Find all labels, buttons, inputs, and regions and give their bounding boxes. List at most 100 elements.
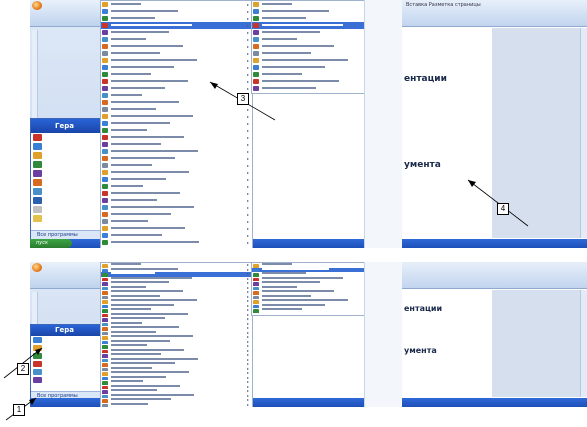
- office-submenu: [251, 0, 366, 94]
- menu-item-label: [111, 233, 162, 236]
- menu-item[interactable]: ▸: [101, 92, 252, 99]
- start-menu-item[interactable]: [31, 196, 101, 205]
- menu-item[interactable]: ▸: [101, 141, 252, 148]
- menu-item[interactable]: [252, 36, 365, 43]
- menu-item[interactable]: ▸: [101, 148, 252, 155]
- menu-item[interactable]: [252, 308, 365, 313]
- start-menu-item[interactable]: [31, 187, 101, 196]
- menu-item[interactable]: ▸: [101, 50, 252, 57]
- menu-item[interactable]: [252, 57, 365, 64]
- menu-item-label: [111, 303, 174, 306]
- document-page-2[interactable]: ентации умента: [402, 290, 493, 397]
- start-menu-item[interactable]: [31, 178, 101, 187]
- menu-item[interactable]: ▸: [101, 162, 252, 169]
- office-button-icon[interactable]: [32, 263, 42, 272]
- start-menu-item[interactable]: [31, 142, 101, 151]
- desktop-strip-2: [364, 262, 403, 407]
- menu-item[interactable]: ▸: [101, 197, 252, 204]
- menu-item[interactable]: ▸: [101, 99, 252, 106]
- menu-item[interactable]: ▸: [101, 169, 252, 176]
- start-menu-item[interactable]: [31, 376, 101, 384]
- menu-item-label: [111, 79, 188, 82]
- menu-item[interactable]: ▸: [101, 211, 252, 218]
- program-icon: [253, 65, 259, 70]
- program-icon: [102, 205, 108, 210]
- menu-item-label: [111, 142, 161, 145]
- menu-item[interactable]: ▸: [101, 232, 252, 239]
- start-menu-item[interactable]: [31, 214, 101, 223]
- menu-item[interactable]: ▸: [101, 134, 252, 141]
- menu-item[interactable]: [252, 85, 365, 92]
- menu-item[interactable]: ▸: [101, 120, 252, 127]
- program-icon: [102, 30, 108, 35]
- menu-item[interactable]: ▸: [101, 15, 252, 22]
- start-menu-item[interactable]: [31, 344, 101, 352]
- submenu-arrow-icon: ▸: [246, 51, 249, 56]
- menu-item[interactable]: [252, 43, 365, 50]
- program-icon: [102, 170, 108, 175]
- start-menu-item[interactable]: [31, 360, 101, 368]
- menu-item-label: [111, 44, 183, 47]
- menu-item[interactable]: ▸: [101, 155, 252, 162]
- menu-item-label: [262, 44, 334, 47]
- program-icon: [102, 191, 108, 196]
- menu-item[interactable]: ▸: [101, 8, 252, 15]
- menu-item[interactable]: ▸: [101, 204, 252, 211]
- menu-item[interactable]: [252, 29, 365, 36]
- start-menu-item[interactable]: [31, 151, 101, 160]
- menu-item[interactable]: ▸: [101, 1, 252, 8]
- submenu-arrow-icon: ▸: [246, 107, 249, 112]
- office-button-icon[interactable]: [32, 1, 42, 10]
- start-menu-item[interactable]: [31, 169, 101, 178]
- menu-item[interactable]: ▸: [101, 190, 252, 197]
- start-menu-item[interactable]: [31, 368, 101, 376]
- menu-item[interactable]: ▸: [101, 22, 252, 29]
- menu-item[interactable]: ▸: [101, 183, 252, 190]
- menu-item[interactable]: ▸: [101, 29, 252, 36]
- menu-item[interactable]: ▸: [101, 71, 252, 78]
- menu-item-label: [111, 114, 193, 117]
- start-menu-item[interactable]: [31, 160, 101, 169]
- start-menu-item[interactable]: [31, 336, 101, 344]
- menu-item-label: [111, 37, 146, 40]
- menu-item[interactable]: [252, 22, 365, 29]
- program-icon: [253, 86, 259, 91]
- menu-item-label: [111, 30, 169, 33]
- menu-item[interactable]: ▸: [101, 176, 252, 183]
- menu-item-label: [262, 86, 316, 89]
- menu-item[interactable]: ▸: [101, 402, 252, 407]
- menu-item[interactable]: ▸: [101, 85, 252, 92]
- menu-item[interactable]: ▸: [101, 78, 252, 85]
- menu-item[interactable]: ▸: [101, 36, 252, 43]
- menu-item[interactable]: ▸: [101, 127, 252, 134]
- start-menu-item[interactable]: [31, 205, 101, 214]
- document-page[interactable]: ентации умента: [402, 28, 493, 238]
- menu-item[interactable]: ▸: [101, 218, 252, 225]
- menu-item[interactable]: [252, 8, 365, 15]
- vertical-scrollbar[interactable]: [580, 290, 587, 397]
- start-menu-item[interactable]: [31, 133, 101, 142]
- menu-item[interactable]: ▸: [101, 57, 252, 64]
- menu-item[interactable]: ▸: [101, 113, 252, 120]
- menu-item[interactable]: [252, 50, 365, 57]
- menu-item-label: [111, 353, 161, 355]
- ribbon-tabs[interactable]: Вставка Разметка страницы: [406, 2, 481, 8]
- program-icon: [102, 100, 108, 105]
- menu-item[interactable]: ▸: [101, 64, 252, 71]
- menu-item[interactable]: [252, 71, 365, 78]
- submenu-arrow-icon: ▸: [246, 72, 249, 77]
- menu-item-label: [111, 191, 180, 194]
- menu-item-label: [111, 312, 188, 315]
- vertical-scrollbar[interactable]: [580, 28, 587, 238]
- menu-item[interactable]: [252, 15, 365, 22]
- start-menu-item[interactable]: [31, 352, 101, 360]
- start-button[interactable]: пуск: [30, 239, 72, 248]
- menu-item[interactable]: ▸: [101, 43, 252, 50]
- menu-item-label: [262, 2, 292, 5]
- menu-item[interactable]: [252, 64, 365, 71]
- menu-item[interactable]: ▸: [101, 239, 252, 246]
- menu-item[interactable]: ▸: [101, 106, 252, 113]
- menu-item[interactable]: ▸: [101, 225, 252, 232]
- menu-item[interactable]: [252, 78, 365, 85]
- menu-item[interactable]: [252, 1, 365, 8]
